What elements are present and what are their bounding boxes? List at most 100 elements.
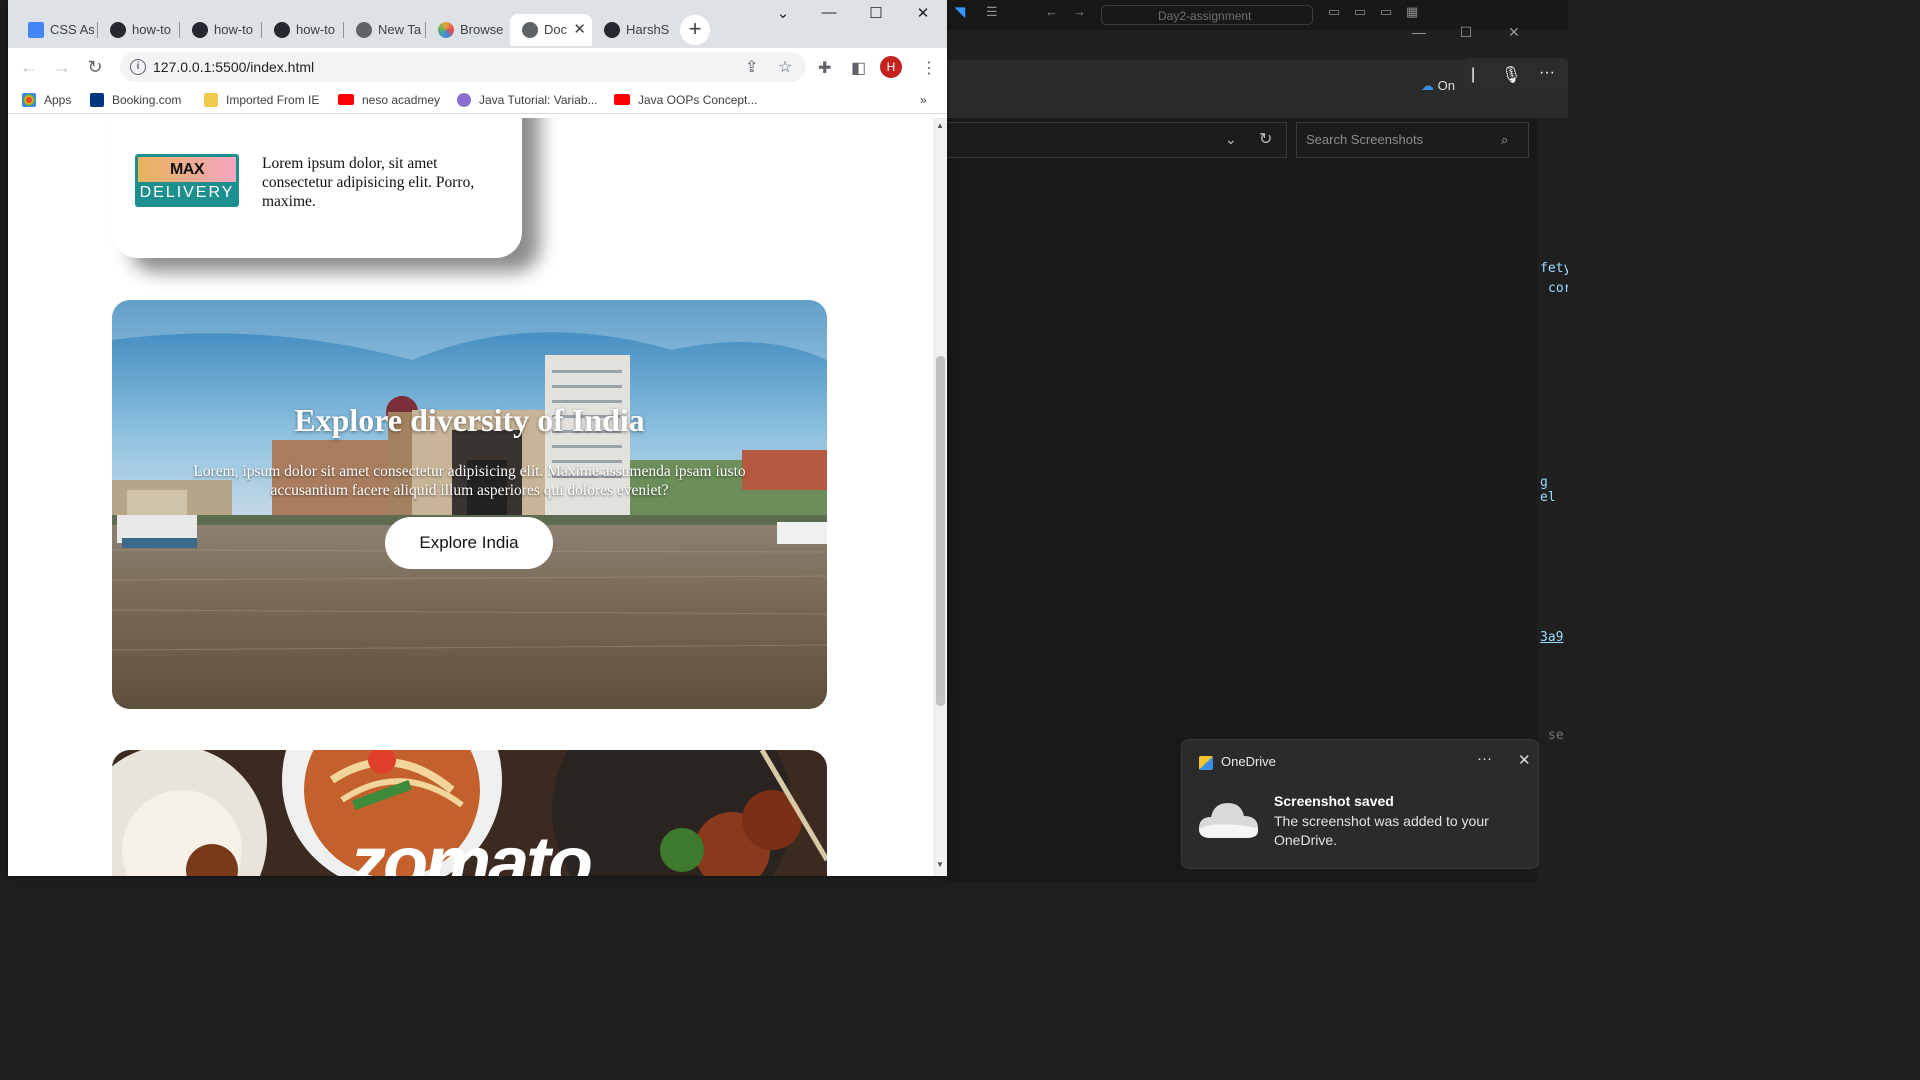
layout-icon[interactable]: ▭ [1328, 4, 1340, 24]
more-icon[interactable]: ··· [1539, 64, 1555, 82]
customize-layout-icon[interactable]: ▦ [1406, 4, 1418, 24]
page-viewport: MAX SAFETY DELIVERY Lorem ipsum dolor, s… [8, 118, 933, 876]
tab-github-profile[interactable]: HarshS [592, 14, 674, 46]
profile-avatar[interactable]: H [880, 56, 902, 78]
browser-window: CSS Ass how-to how-to how-to New Ta Brow… [8, 0, 947, 876]
extensions-icon[interactable]: ✚ [818, 58, 831, 78]
back-arrow-icon[interactable]: ← [1045, 4, 1058, 24]
explorer-search-input[interactable]: Search Screenshots [1296, 122, 1529, 158]
feature-card: MAX SAFETY DELIVERY Lorem ipsum dolor, s… [112, 118, 522, 258]
maximize-icon[interactable]: ☐ [853, 4, 899, 28]
scroll-up-icon[interactable]: ▲ [936, 121, 944, 130]
zomato-wordmark: zomato [349, 821, 593, 876]
github-icon [274, 22, 290, 38]
feature-card-text: Lorem ipsum dolor, sit amet consectetur … [262, 155, 475, 210]
folder-icon [204, 93, 218, 107]
bookmark-booking[interactable]: Booking.com [90, 90, 181, 110]
forward-icon[interactable]: → [49, 54, 75, 80]
forward-arrow-icon[interactable]: → [1073, 4, 1086, 24]
browserstack-icon [438, 22, 454, 38]
docs-icon [28, 22, 44, 38]
tab-github[interactable]: how-to [262, 14, 344, 46]
gateway-of-india-image [112, 300, 827, 709]
max-safety-logo: MAX SAFETY DELIVERY [135, 154, 239, 207]
explorer-minimize-icon[interactable]: — [1404, 24, 1434, 40]
chrome-icon [356, 22, 372, 38]
refresh-icon[interactable]: ↻ [1259, 129, 1272, 149]
reload-icon[interactable]: ↻ [82, 54, 108, 80]
tab-document-active[interactable]: Doc ✕ [510, 14, 592, 46]
hero-title: Explore diversity of India [294, 402, 645, 438]
microphone-icon[interactable]: 🎙 [1501, 65, 1521, 85]
scroll-down-icon[interactable]: ▼ [936, 860, 944, 869]
tab-strip: CSS Ass how-to how-to how-to New Ta Brow… [8, 0, 947, 48]
site-favicon-icon [457, 93, 471, 107]
bookmark-star-icon[interactable]: ☆ [778, 57, 792, 77]
site-info-icon[interactable]: i [130, 59, 146, 75]
menu-icon[interactable]: ☰ [986, 4, 998, 24]
close-window-icon[interactable]: ✕ [900, 4, 946, 28]
close-notification-icon[interactable]: ✕ [1518, 751, 1531, 769]
share-icon[interactable]: ⇪ [745, 57, 758, 77]
explorer-close-icon[interactable]: ✕ [1499, 24, 1529, 41]
code-fragment: fety [1540, 261, 1568, 276]
notification-message: The screenshot was added to your OneDriv… [1274, 813, 1489, 848]
booking-icon [90, 93, 104, 107]
close-tab-icon[interactable]: ✕ [573, 14, 586, 46]
youtube-icon [338, 94, 354, 105]
onedrive-tray[interactable]: ☁ On [1421, 78, 1455, 94]
menu-kebab-icon[interactable]: ⋮ [921, 58, 937, 78]
vscode-command-search[interactable]: Day2-assignment [1101, 5, 1313, 25]
tab-css-assignment[interactable]: CSS Ass [16, 14, 98, 46]
globe-icon [522, 22, 538, 38]
tab-github[interactable]: how-to [180, 14, 262, 46]
bookmarks-overflow-icon[interactable]: » [920, 90, 927, 110]
vscode-logo-icon: ◥ [955, 4, 965, 19]
code-fragment: cor [1548, 281, 1568, 296]
sidebar-icon[interactable]: ▭ [1380, 4, 1392, 24]
notification-title: Screenshot saved [1274, 793, 1394, 809]
side-panel-icon[interactable]: ◧ [851, 58, 866, 78]
tab-new-tab[interactable]: New Ta [344, 14, 426, 46]
github-icon [192, 22, 208, 38]
bookmark-imported-folder[interactable]: Imported From IE [204, 90, 319, 110]
bookmark-java-oops[interactable]: Java OOPs Concept... [614, 90, 757, 110]
github-icon [110, 22, 126, 38]
browser-toolbar: ← → ↻ i 127.0.0.1:5500/index.html ⇪ ☆ ✚ … [8, 48, 947, 86]
onedrive-notification[interactable]: OneDrive ··· ✕ Screenshot saved The scre… [1181, 739, 1539, 869]
scroll-thumb[interactable] [936, 356, 945, 706]
tab-browserstack[interactable]: Browse [426, 14, 508, 46]
github-icon [604, 22, 620, 38]
address-bar[interactable]: i 127.0.0.1:5500/index.html ⇪ ☆ [120, 52, 806, 82]
new-tab-button[interactable]: + [680, 15, 710, 45]
desktop: ◥ ☰ ← → Day2-assignment ▭ ▭ ▭ ▦ — ☐ ✕ ☁ … [0, 0, 1568, 882]
cloud-icon [1198, 803, 1258, 838]
onedrive-app-icon [1199, 756, 1213, 770]
explore-india-banner: Explore diversity of India Lorem, ipsum … [112, 300, 827, 709]
search-icon: ⌕ [1501, 132, 1509, 147]
more-options-icon[interactable]: ··· [1477, 750, 1492, 767]
bookmark-java-tutorial[interactable]: Java Tutorial: Variab... [457, 90, 598, 110]
tab-github[interactable]: how-to [98, 14, 180, 46]
url-text[interactable]: 127.0.0.1:5500/index.html [153, 52, 314, 82]
hero-text: Lorem, ipsum dolor sit amet consectetur … [193, 463, 746, 499]
notification-app-name: OneDrive [1221, 754, 1276, 769]
apps-grid-icon [22, 93, 36, 107]
voice-typing-bar: | 🎙 ··· [1463, 58, 1568, 94]
zomato-banner: zomato [112, 750, 827, 876]
bookmark-neso[interactable]: neso acadmey [338, 90, 440, 110]
explorer-address-bar[interactable]: ⌄ ↻ [947, 122, 1287, 158]
back-icon[interactable]: ← [16, 54, 42, 80]
code-fragment: g el [1540, 475, 1556, 505]
explore-india-button[interactable]: Explore India [385, 517, 553, 569]
tab-search-chevron-icon[interactable]: ⌄ [760, 4, 806, 28]
cursor-icon: | [1471, 66, 1476, 83]
panel-icon[interactable]: ▭ [1354, 4, 1366, 24]
youtube-icon [614, 94, 630, 105]
code-fragment: se [1548, 728, 1564, 743]
page-scrollbar[interactable]: ▲ ▼ [933, 118, 947, 876]
bookmark-apps[interactable]: Apps [22, 90, 71, 110]
minimize-icon[interactable]: — [806, 4, 852, 28]
chevron-down-icon[interactable]: ⌄ [1225, 131, 1237, 148]
explorer-maximize-icon[interactable]: ☐ [1451, 24, 1481, 41]
